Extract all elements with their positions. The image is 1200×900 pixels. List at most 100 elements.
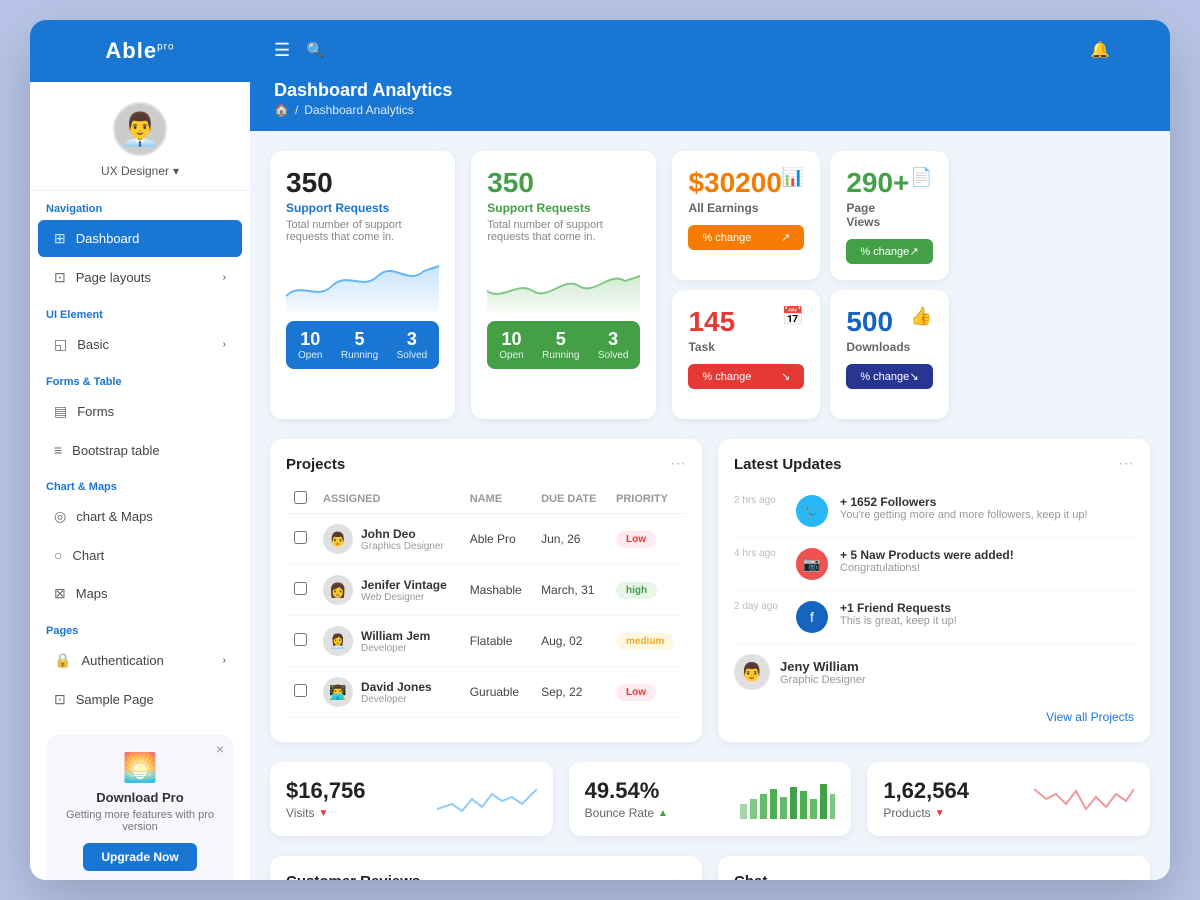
task-change-btn[interactable]: % change ↘ xyxy=(688,364,804,389)
sidebar-item-authentication[interactable]: 🔒 Authentication › xyxy=(38,642,242,679)
ui-element-section-label: UI Element xyxy=(30,297,250,325)
updates-menu[interactable]: ··· xyxy=(1118,455,1134,473)
chat-title: Chat xyxy=(734,873,767,881)
pages-section-label: Pages xyxy=(30,613,250,641)
maps-icon: ⊠ xyxy=(54,585,66,602)
sidebar-item-page-layouts[interactable]: ⊡ Page layouts › xyxy=(38,259,242,296)
chart-section-label: Chart & Maps xyxy=(30,469,250,497)
last-row: Customer Reviews ··· Chat ··· xyxy=(270,856,1150,880)
user-icon[interactable]: 👤 xyxy=(1126,40,1146,60)
chat-menu[interactable]: ··· xyxy=(1118,872,1134,880)
sidebar-item-chart-maps[interactable]: ◎ chart & Maps xyxy=(38,498,242,535)
reviews-menu[interactable]: ··· xyxy=(670,872,686,880)
sidebar-item-basic[interactable]: ◱ Basic › xyxy=(38,326,242,363)
person-cell: 👩 Jenifer Vintage Web Designer xyxy=(323,575,454,605)
stat-card-earnings: $30200 All Earnings 📊 % change ↗ xyxy=(672,151,820,280)
row-checkbox[interactable] xyxy=(294,531,307,544)
pageviews-label: Page Views xyxy=(846,201,910,229)
user-role[interactable]: UX Designer ▾ xyxy=(101,164,179,178)
stat-number: 350 xyxy=(487,167,640,199)
update-subtext: Congratulations! xyxy=(840,562,1014,574)
stat-chart-blue xyxy=(286,251,439,311)
due-date-cell: Jun, 26 xyxy=(533,514,608,565)
table-row: 👨‍💻 David Jones Developer Guruable Sep, … xyxy=(286,667,686,718)
update-text: + 1652 Followers xyxy=(840,495,1088,509)
person-role: Developer xyxy=(361,694,432,705)
thumb-icon: 👍 xyxy=(910,306,932,327)
chart-icon: ○ xyxy=(54,547,62,563)
mention-avatar: 👨 xyxy=(734,654,770,690)
products-label: Products ▼ xyxy=(883,806,1034,820)
forms-section-label: Forms & Table xyxy=(30,364,250,392)
sidebar-item-forms[interactable]: ▤ Forms xyxy=(38,393,242,430)
downloads-change-btn[interactable]: % change ↘ xyxy=(846,364,932,389)
file-icon: 📄 xyxy=(910,167,932,188)
update-item: 2 day ago f +1 Friend Requests This is g… xyxy=(734,591,1134,644)
pageviews-change-btn[interactable]: % change ↗ xyxy=(846,239,932,264)
promo-box: × 🌅 Download Pro Getting more features w… xyxy=(46,735,234,880)
sidebar-item-bootstrap-table[interactable]: ≡ Bootstrap table xyxy=(38,432,242,468)
sidebar-item-dashboard[interactable]: ⊞ Dashboard xyxy=(38,220,242,257)
earnings-number: $30200 xyxy=(688,167,781,199)
stat-number: 350 xyxy=(286,167,439,199)
person-avatar: 👩 xyxy=(323,575,353,605)
stat-card-support-blue: 350 Support Requests Total number of sup… xyxy=(270,151,455,419)
upgrade-button[interactable]: Upgrade Now xyxy=(83,843,196,871)
person-name: William Jem xyxy=(361,629,430,643)
projects-menu[interactable]: ··· xyxy=(670,455,686,473)
pageviews-number: 290+ xyxy=(846,167,910,199)
bar-chart-icon: 📊 xyxy=(782,167,804,188)
mention-role: Graphic Designer xyxy=(780,674,866,686)
stat-bottom-blue: 10Open 5Running 3Solved xyxy=(286,321,439,369)
sidebar-item-maps[interactable]: ⊠ Maps xyxy=(38,575,242,612)
chevron-icon: › xyxy=(223,655,226,666)
updates-list: 2 hrs ago 🐦 + 1652 Followers You're gett… xyxy=(734,485,1134,644)
visits-chart xyxy=(437,779,537,819)
projects-title: Projects xyxy=(286,456,345,473)
search-button[interactable]: 🔍 xyxy=(306,41,1074,59)
projects-table: ASSIGNED NAME DUE DATE PRIORITY 👨 John D… xyxy=(286,485,686,718)
row-checkbox[interactable] xyxy=(294,633,307,646)
row-checkbox[interactable] xyxy=(294,684,307,697)
sidebar-item-chart[interactable]: ○ Chart xyxy=(38,537,242,573)
sidebar-item-sample-page[interactable]: ⊡ Sample Page xyxy=(38,681,242,718)
update-text: + 5 Naw Products were added! xyxy=(840,548,1014,562)
logo: Ablepro xyxy=(105,38,174,64)
table-row: 👩‍💼 William Jem Developer Flatable Aug, … xyxy=(286,616,686,667)
company-cell: Mashable xyxy=(462,565,533,616)
earnings-change-btn[interactable]: % change ↗ xyxy=(688,225,804,250)
visits-label: Visits ▼ xyxy=(286,806,437,820)
page-title: Dashboard Analytics xyxy=(274,80,1146,101)
priority-badge: high xyxy=(616,582,657,599)
priority-badge: Low xyxy=(616,684,656,701)
breadcrumb-bar: Dashboard Analytics 🏠 / Dashboard Analyt… xyxy=(250,80,1170,131)
menu-button[interactable]: ☰ xyxy=(274,40,290,61)
update-text: +1 Friend Requests xyxy=(840,601,957,615)
bounce-number: 49.54% xyxy=(585,778,736,804)
update-icon: 📷 xyxy=(796,548,828,580)
row-checkbox[interactable] xyxy=(294,582,307,595)
stat-card-pageviews: 290+ Page Views 📄 % change ↗ xyxy=(830,151,948,280)
updates-title: Latest Updates xyxy=(734,456,842,473)
home-icon[interactable]: 🏠 xyxy=(274,103,289,117)
person-name: David Jones xyxy=(361,680,432,694)
person-avatar: 👩‍💼 xyxy=(323,626,353,656)
priority-cell: medium xyxy=(608,616,686,667)
mini-stat-grid: $30200 All Earnings 📊 % change ↗ xyxy=(672,151,948,419)
stat-card-downloads: 500 Downloads 👍 % change ↘ xyxy=(830,290,948,419)
app-container: Ablepro 👨‍💼 UX Designer ▾ Navigation ⊞ D… xyxy=(30,20,1170,880)
task-number: 145 xyxy=(688,306,735,338)
view-all-link[interactable]: View all Projects xyxy=(1046,710,1134,724)
person-cell: 👨 John Deo Graphics Designer xyxy=(323,524,454,554)
company-cell: Able Pro xyxy=(462,514,533,565)
close-icon[interactable]: × xyxy=(216,741,224,757)
person-role: Graphics Designer xyxy=(361,541,444,552)
select-all-checkbox[interactable] xyxy=(294,491,307,504)
nav-section-label: Navigation xyxy=(30,191,250,219)
stat-bottom-green: 10Open 5Running 3Solved xyxy=(487,321,640,369)
notification-icon[interactable]: 🔔 xyxy=(1090,40,1110,60)
products-card: 1,62,564 Products ▼ xyxy=(867,762,1150,836)
avatar: 👨‍💼 xyxy=(113,102,167,156)
priority-badge: Low xyxy=(616,531,656,548)
update-item: 2 hrs ago 🐦 + 1652 Followers You're gett… xyxy=(734,485,1134,538)
